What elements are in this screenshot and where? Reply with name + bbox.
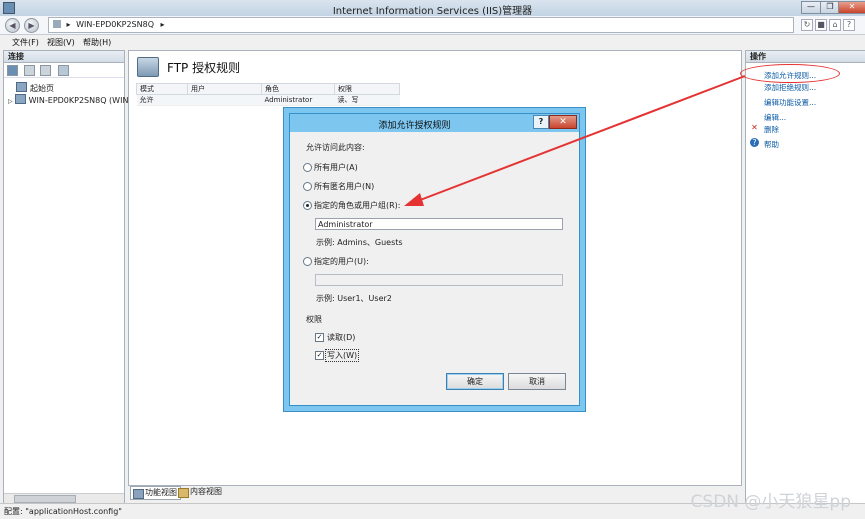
connections-scrollbar[interactable] [4, 493, 124, 503]
back-button[interactable]: ◀ [5, 18, 20, 33]
roles-example: 示例: Admins、Guests [316, 238, 403, 247]
cell-user [187, 94, 262, 106]
stop-icon[interactable]: ■ [815, 19, 827, 31]
server-icon [14, 94, 26, 104]
write-checkbox[interactable]: ✓ [315, 351, 324, 360]
tab-content-label: 内容视图 [190, 487, 222, 496]
col-permission[interactable]: 权限 [334, 83, 400, 95]
read-label[interactable]: 读取(D) [327, 332, 355, 343]
tree-item-server[interactable]: ▷ WIN-EPD0KP2SN8Q (WIN- [8, 94, 131, 105]
ftp-authorization-icon [137, 57, 159, 77]
close-button[interactable]: ✕ [838, 1, 865, 14]
cancel-button[interactable]: 取消 [508, 373, 566, 390]
col-mode[interactable]: 模式 [136, 83, 188, 95]
action-edit-feature-settings[interactable]: 编辑功能设置... [764, 97, 816, 108]
label-roles[interactable]: 指定的角色或用户组(R): [314, 200, 401, 211]
tab-features-label: 功能视图 [145, 488, 177, 497]
access-prompt: 允许访问此内容: [306, 143, 365, 152]
features-view-icon [133, 489, 144, 499]
rules-table: 模式 用户 角色 权限 允许 Administrator 读、写 [136, 83, 400, 106]
address-path[interactable]: ▸ WIN-EPD0KP2SN8Q ▸ [48, 17, 794, 33]
view-tabs: 功能视图 内容视图 [128, 485, 740, 500]
watermark-text: CSDN @小天狼星pp [690, 492, 851, 512]
action-edit[interactable]: 编辑... [764, 112, 786, 123]
dialog-help-button[interactable]: ? [533, 115, 549, 129]
col-role[interactable]: 角色 [261, 83, 335, 95]
cell-role: Administrator [261, 94, 335, 106]
menu-view[interactable]: 视图(V) [47, 37, 75, 48]
dialog-titlebar: 添加允许授权规则 ? ✕ [290, 114, 579, 132]
radio-anonymous-users[interactable] [303, 182, 312, 191]
connections-toolbar [4, 63, 124, 78]
table-row[interactable]: 允许 Administrator 读、写 [136, 94, 400, 106]
menu-bar: 文件(F) 视图(V) 帮助(H) [0, 35, 865, 49]
home-icon[interactable]: ⌂ [829, 19, 841, 31]
roles-input[interactable]: Administrator [315, 218, 563, 230]
actions-header: 操作 [746, 51, 865, 63]
content-view-icon [178, 488, 189, 498]
read-checkbox[interactable]: ✓ [315, 333, 324, 342]
minimize-button[interactable]: — [801, 1, 821, 14]
radio-roles[interactable] [303, 201, 312, 210]
action-delete[interactable]: 删除 [764, 124, 779, 135]
connect-icon[interactable] [7, 65, 18, 76]
window-titlebar: Internet Information Services (IIS)管理器 —… [0, 0, 865, 17]
label-anonymous-users[interactable]: 所有匿名用户(N) [314, 181, 374, 192]
path-separator-icon[interactable]: ▸ [161, 20, 165, 29]
address-bar: ◀ ▶ ▸ WIN-EPD0KP2SN8Q ▸ ↻ ■ ⌂ ? [0, 16, 865, 35]
add-allow-rule-dialog: 添加允许授权规则 ? ✕ 允许访问此内容: 所有用户(A) 所有匿名用户(N) … [289, 113, 580, 406]
cell-mode: 允许 [136, 94, 188, 106]
tab-features-view[interactable]: 功能视图 [130, 486, 181, 500]
path-server[interactable]: WIN-EPD0KP2SN8Q [76, 20, 154, 29]
menu-help[interactable]: 帮助(H) [83, 37, 111, 48]
permissions-label: 权限 [306, 315, 322, 324]
forward-button[interactable]: ▶ [24, 18, 39, 33]
write-label[interactable]: 写入(W) [325, 349, 360, 362]
refresh-icon[interactable]: ↻ [801, 19, 813, 31]
delete-connection-icon[interactable] [58, 65, 69, 76]
scrollbar-thumb[interactable] [14, 495, 76, 503]
dialog-close-button[interactable]: ✕ [549, 115, 577, 129]
save-icon[interactable] [24, 65, 35, 76]
dialog-body: 允许访问此内容: 所有用户(A) 所有匿名用户(N) 指定的角色或用户组(R):… [290, 132, 579, 405]
actions-pane: 操作 添加允许规则... 添加拒绝规则... 编辑功能设置... 编辑... ✕… [740, 50, 865, 504]
start-page-icon [16, 82, 27, 92]
window-title: Internet Information Services (IIS)管理器 [332, 6, 533, 17]
path-arrow-icon: ▸ [66, 20, 71, 29]
users-input[interactable] [315, 274, 563, 286]
tree-label-server: WIN-EPD0KP2SN8Q (WIN- [28, 96, 132, 105]
label-users[interactable]: 指定的用户(U): [314, 256, 369, 267]
tree-label-start: 起始页 [30, 84, 54, 93]
menu-file[interactable]: 文件(F) [12, 37, 39, 48]
up-icon[interactable] [40, 65, 51, 76]
cell-permission: 读、写 [334, 94, 400, 106]
action-help[interactable]: 帮助 [764, 139, 779, 150]
help-action-icon[interactable]: ? [750, 138, 759, 147]
radio-users[interactable] [303, 257, 312, 266]
tab-content-view[interactable]: 内容视图 [176, 486, 225, 498]
connections-header: 连接 [4, 51, 124, 63]
tree-item-start-page[interactable]: 起始页 [16, 82, 54, 94]
label-all-users[interactable]: 所有用户(A) [314, 162, 358, 173]
help-icon[interactable]: ? [843, 19, 855, 31]
page-title: FTP 授权规则 [167, 61, 241, 75]
status-text: 配置: "applicationHost.config" [4, 507, 122, 516]
computer-icon [53, 20, 61, 28]
radio-all-users[interactable] [303, 163, 312, 172]
table-header-row: 模式 用户 角色 权限 [136, 83, 400, 95]
connections-pane: 连接 起始页 ▷ WIN-EPD0KP2SN8Q (WIN- [3, 50, 131, 504]
action-add-deny-rule[interactable]: 添加拒绝规则... [764, 82, 816, 93]
expand-icon[interactable]: ▷ [8, 98, 13, 105]
action-add-allow-rule[interactable]: 添加允许规则... [764, 70, 816, 81]
restore-button[interactable]: ❐ [820, 1, 840, 14]
ok-button[interactable]: 确定 [446, 373, 504, 390]
users-example: 示例: User1、User2 [316, 294, 392, 303]
col-user[interactable]: 用户 [187, 83, 262, 95]
delete-icon[interactable]: ✕ [750, 123, 759, 132]
dialog-title: 添加允许授权规则 [378, 121, 451, 131]
